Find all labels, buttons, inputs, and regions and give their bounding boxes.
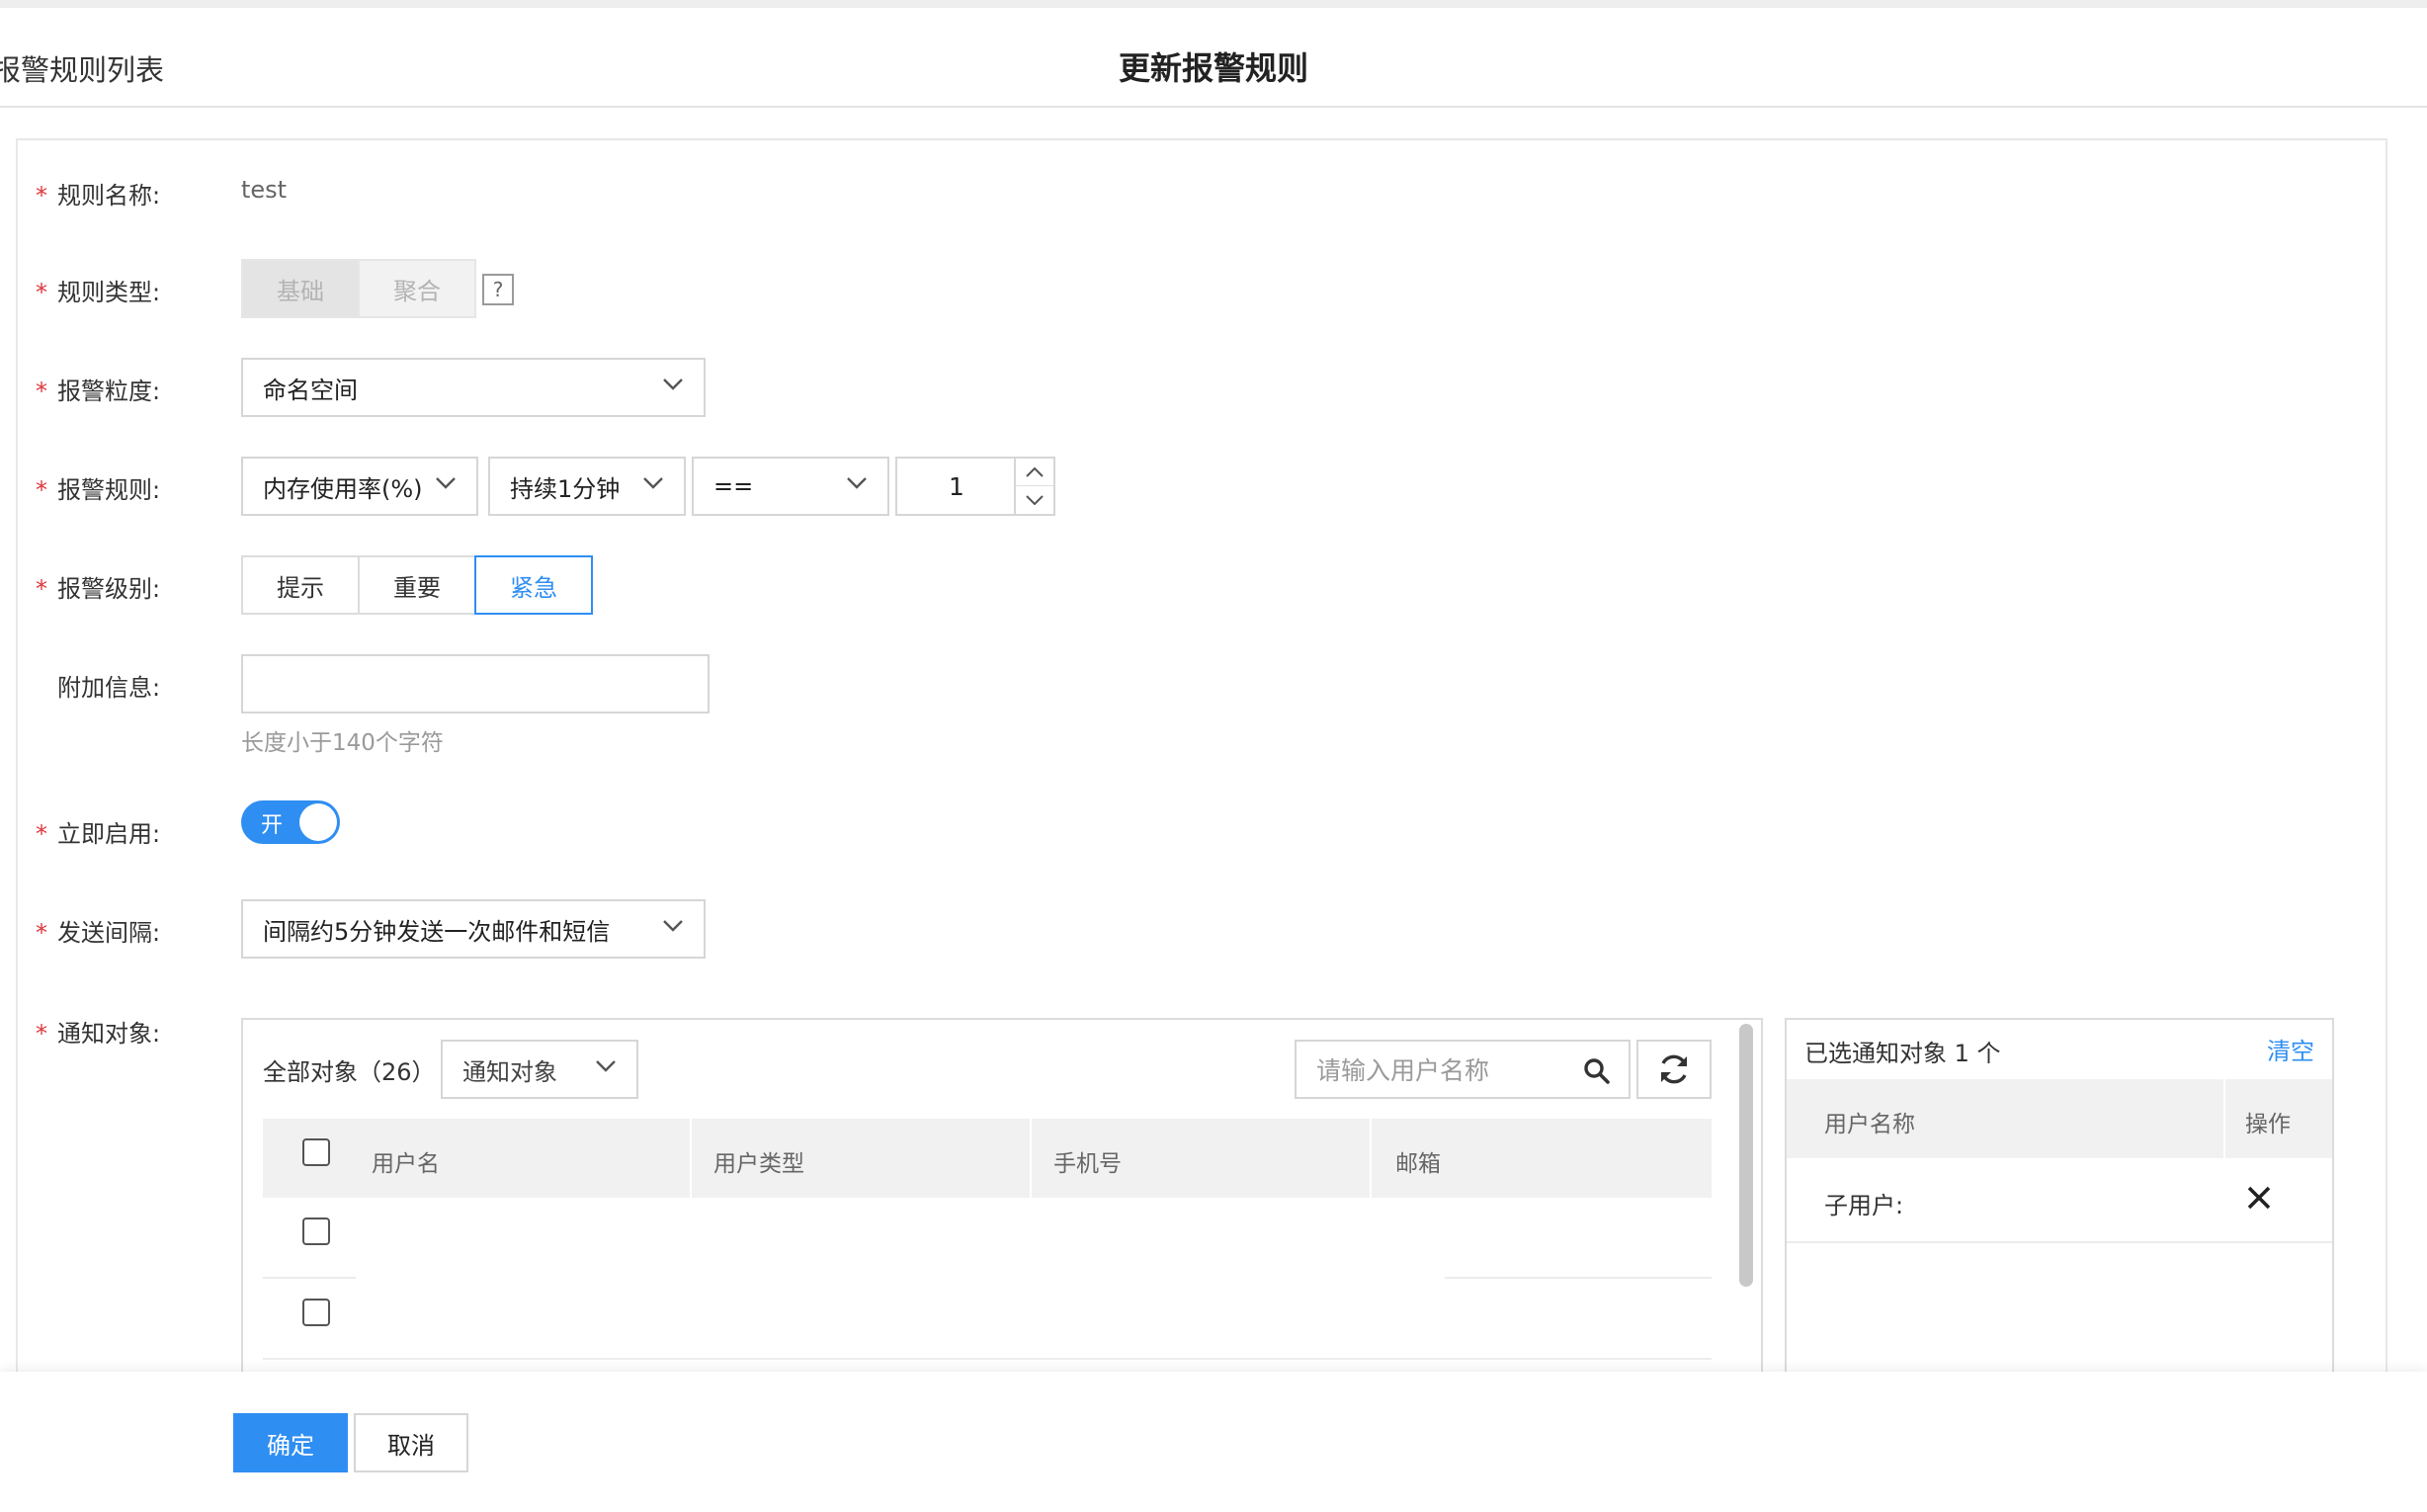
toggle-text: 开 — [261, 813, 284, 838]
required-mark: * — [36, 919, 47, 947]
top-strip — [0, 0, 2427, 8]
rule-type-aggregate-button[interactable]: 聚合 — [358, 259, 476, 318]
rule-name-value: test — [241, 176, 288, 204]
granularity-label: * 报警粒度: — [36, 378, 161, 405]
chevron-down-icon — [596, 1060, 616, 1072]
column-header-username: 用户名 — [372, 1151, 440, 1177]
refresh-button[interactable] — [1636, 1040, 1712, 1099]
column-header-email: 邮箱 — [1395, 1151, 1441, 1177]
chevron-down-icon — [663, 920, 683, 932]
column-divider — [1030, 1119, 1032, 1198]
required-mark: * — [36, 575, 47, 603]
row-divider — [1787, 1241, 2332, 1243]
required-mark: * — [36, 476, 47, 504]
stepper-buttons — [1014, 459, 1053, 514]
rule-name-label: * 规则名称: — [36, 182, 161, 210]
metric-select[interactable]: 内存使用率(%) — [241, 457, 478, 516]
refresh-icon — [1661, 1054, 1687, 1084]
selected-table-header: 用户名称 操作 — [1787, 1079, 2332, 1158]
remove-icon[interactable] — [2243, 1182, 2275, 1214]
cancel-button[interactable]: 取消 — [354, 1413, 468, 1472]
page-title: 更新报警规则 — [1118, 49, 1308, 87]
selected-count: 已选通知对象 1 个 — [1804, 1040, 2001, 1067]
granularity-select[interactable]: 命名空间 — [241, 358, 706, 417]
extra-info-input[interactable] — [241, 654, 710, 714]
send-interval-label: * 发送间隔: — [36, 919, 161, 947]
row-divider — [1445, 1277, 1712, 1279]
required-mark: * — [36, 182, 47, 210]
required-mark: * — [36, 1020, 47, 1048]
column-divider — [2223, 1079, 2225, 1158]
rule-type-basic-button[interactable]: 基础 — [241, 259, 360, 318]
search-placeholder: 请输入用户名称 — [1316, 1056, 1490, 1085]
required-mark: * — [36, 820, 47, 848]
column-header-phone: 手机号 — [1053, 1151, 1122, 1177]
duration-select[interactable]: 持续1分钟 — [488, 457, 686, 516]
page-header: 报警规则列表 更新报警规则 — [0, 8, 2427, 108]
selected-user-label: 子用户: — [1824, 1192, 1904, 1219]
user-search-input[interactable]: 请输入用户名称 — [1295, 1040, 1631, 1099]
granularity-value: 命名空间 — [263, 376, 358, 404]
clear-selection-link[interactable]: 清空 — [2267, 1032, 2314, 1066]
alarm-rule-label: * 报警规则: — [36, 476, 161, 504]
row-checkbox[interactable] — [302, 1218, 330, 1245]
level-important-button[interactable]: 重要 — [358, 555, 476, 615]
chevron-down-icon — [643, 477, 663, 489]
column-header-action: 操作 — [2245, 1112, 2291, 1137]
threshold-stepper[interactable]: 1 — [895, 457, 1055, 516]
target-type-select[interactable]: 通知对象 — [441, 1040, 638, 1099]
send-interval-select[interactable]: 间隔约5分钟发送一次邮件和短信 — [241, 899, 706, 959]
increment-button[interactable] — [1016, 459, 1053, 486]
scrollbar-thumb[interactable] — [1739, 1024, 1753, 1287]
chevron-down-icon — [663, 378, 683, 390]
threshold-value[interactable]: 1 — [897, 472, 1016, 501]
required-mark: * — [36, 279, 47, 306]
row-divider — [263, 1358, 1712, 1360]
enable-now-label: * 立即启用: — [36, 820, 161, 848]
column-divider — [1370, 1119, 1372, 1198]
user-table-header: 用户名 用户类型 手机号 邮箱 — [263, 1119, 1712, 1198]
search-icon[interactable] — [1583, 1057, 1611, 1085]
all-targets-count: 全部对象（26） — [263, 1058, 436, 1086]
send-interval-value: 间隔约5分钟发送一次邮件和短信 — [263, 917, 611, 946]
decrement-button[interactable] — [1016, 486, 1053, 514]
select-all-checkbox[interactable] — [302, 1138, 330, 1166]
enable-toggle[interactable]: 开 — [241, 800, 340, 844]
extra-info-label: 附加信息: — [57, 674, 161, 702]
level-urgent-button[interactable]: 紧急 — [474, 555, 593, 615]
extra-info-hint: 长度小于140个字符 — [241, 730, 444, 756]
toggle-knob — [299, 803, 337, 841]
row-checkbox[interactable] — [302, 1299, 330, 1326]
notify-targets-label: * 通知对象: — [36, 1020, 161, 1048]
alarm-level-label: * 报警级别: — [36, 575, 161, 603]
chevron-down-icon — [1026, 495, 1044, 505]
required-mark: * — [36, 378, 47, 405]
column-header-user-name: 用户名称 — [1824, 1112, 1915, 1137]
operator-select[interactable]: == — [692, 457, 889, 516]
chevron-down-icon — [847, 477, 867, 489]
column-divider — [690, 1119, 692, 1198]
confirm-button[interactable]: 确定 — [233, 1413, 348, 1472]
help-icon[interactable]: ? — [482, 274, 514, 305]
row-divider — [263, 1277, 356, 1279]
chevron-up-icon — [1026, 466, 1044, 477]
chevron-down-icon — [436, 477, 456, 489]
rule-type-label: * 规则类型: — [36, 279, 161, 306]
column-header-user-type: 用户类型 — [713, 1151, 804, 1177]
level-info-button[interactable]: 提示 — [241, 555, 360, 615]
